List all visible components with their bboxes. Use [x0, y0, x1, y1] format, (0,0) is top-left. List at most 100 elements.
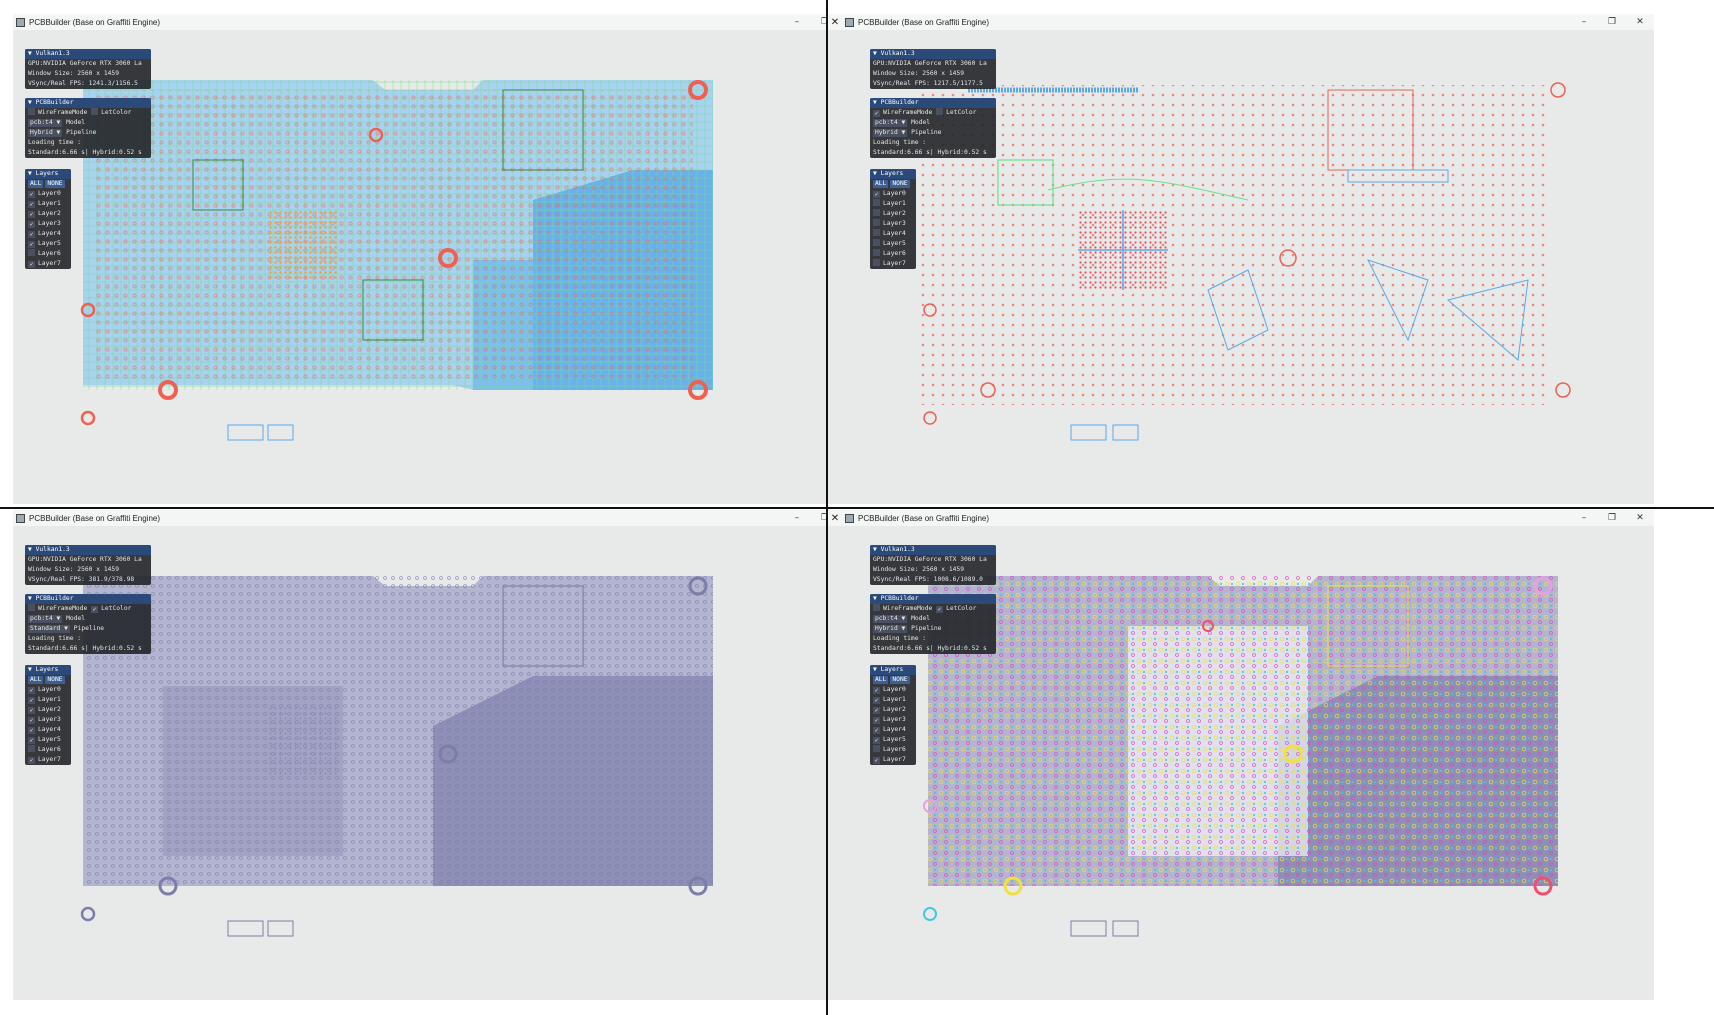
layer-checkbox[interactable]: ✓ — [28, 231, 35, 238]
fps-text: VSync/Real FPS: 1217.5/1177.5 — [873, 80, 983, 87]
model-select[interactable]: pcb:t4 ▼ — [28, 615, 63, 623]
model-select[interactable]: pcb:t4 ▼ — [873, 615, 908, 623]
layer-checkbox[interactable]: ✓ — [873, 717, 880, 724]
stats-header[interactable]: ▼ Vulkan1.3 — [870, 545, 996, 555]
letcolor-checkbox[interactable]: ✓ — [91, 606, 99, 613]
layers-header[interactable]: ▼ Layers — [25, 169, 71, 179]
stats-panel: ▼ Vulkan1.3 GPU:NVIDIA GeForce RTX 3060 … — [25, 49, 151, 89]
builder-panel: ▼ PCBBuilder WireFrameMode ✓ LetColor pcb… — [25, 594, 151, 654]
window-size-text: Window Size: 2560 x 1459 — [28, 70, 119, 77]
layers-header[interactable]: ▼ Layers — [870, 665, 916, 675]
layer-checkbox[interactable]: ✓ — [873, 697, 880, 704]
wireframe-checkbox[interactable] — [873, 604, 880, 611]
layer-checkbox[interactable]: ✓ — [28, 757, 35, 764]
all-button[interactable]: ALL — [28, 180, 44, 188]
letcolor-checkbox[interactable] — [91, 108, 99, 115]
minimize-icon[interactable]: – — [1570, 513, 1598, 523]
minimize-icon[interactable]: – — [1570, 17, 1598, 27]
layer-checkbox[interactable]: ✓ — [28, 717, 35, 724]
builder-header[interactable]: ▼ PCBBuilder — [870, 98, 996, 108]
wireframe-checkbox[interactable] — [28, 604, 35, 611]
layer-checkbox[interactable]: ✓ — [873, 191, 880, 198]
wireframe-checkbox[interactable] — [28, 108, 35, 115]
pcb-viewport[interactable]: ▼ Vulkan1.3 GPU:NVIDIA GeForce RTX 3060 … — [13, 526, 839, 1000]
all-button[interactable]: ALL — [873, 676, 889, 684]
builder-panel: ▼ PCBBuilder WireFrameMode ✓ LetColor pcb… — [870, 594, 996, 654]
gpu-text: GPU:NVIDIA GeForce RTX 3060 La — [28, 556, 142, 563]
layers-panel: ▼ Layers ALL NONE ✓ Layer0 Layer1 Layer2 L… — [870, 169, 916, 269]
none-button[interactable]: NONE — [45, 676, 65, 684]
stats-header[interactable]: ▼ Vulkan1.3 — [870, 49, 996, 59]
layers-header[interactable]: ▼ Layers — [25, 665, 71, 675]
layer-checkbox[interactable]: ✓ — [873, 737, 880, 744]
layer-checkbox[interactable] — [873, 229, 880, 236]
layer-checkbox[interactable]: ✓ — [873, 707, 880, 714]
minimize-icon[interactable]: – — [783, 513, 811, 523]
gpu-text: GPU:NVIDIA GeForce RTX 3060 La — [28, 60, 142, 67]
pipeline-select[interactable]: Standard ▼ — [28, 625, 70, 633]
wireframe-checkbox[interactable]: ✓ — [873, 110, 880, 117]
builder-header[interactable]: ▼ PCBBuilder — [25, 98, 151, 108]
layer-checkbox[interactable] — [873, 239, 880, 246]
minimize-icon[interactable]: – — [783, 17, 811, 27]
none-button[interactable]: NONE — [45, 180, 65, 188]
layer-checkbox[interactable] — [873, 209, 880, 216]
layer-checkbox[interactable] — [873, 219, 880, 226]
pipeline-select[interactable]: Hybrid ▼ — [873, 129, 908, 137]
layer-checkbox[interactable]: ✓ — [28, 261, 35, 268]
close-icon[interactable]: ✕ — [1626, 513, 1654, 523]
layer-checkbox[interactable]: ✓ — [873, 687, 880, 694]
loading-value: Standard:6.66 s| Hybrid:0.52 s — [28, 149, 142, 156]
none-button[interactable]: NONE — [890, 180, 910, 188]
layer-checkbox[interactable] — [873, 745, 880, 752]
all-button[interactable]: ALL — [873, 180, 889, 188]
model-select[interactable]: pcb:t4 ▼ — [873, 119, 908, 127]
model-select[interactable]: pcb:t4 ▼ — [28, 119, 63, 127]
layer-checkbox[interactable]: ✓ — [873, 757, 880, 764]
loading-label: Loading time : — [873, 635, 927, 642]
layer-checkbox[interactable] — [873, 259, 880, 266]
stats-header[interactable]: ▼ Vulkan1.3 — [25, 49, 151, 59]
pcb-viewport[interactable]: ▼ Vulkan1.3 GPU:NVIDIA GeForce RTX 3060 … — [828, 526, 1654, 1000]
layer-checkbox[interactable]: ✓ — [873, 727, 880, 734]
letcolor-checkbox[interactable] — [936, 108, 944, 115]
close-icon[interactable]: ✕ — [828, 17, 842, 28]
layer-checkbox[interactable]: ✓ — [28, 687, 35, 694]
window-size-text: Window Size: 2560 x 1459 — [873, 70, 964, 77]
layer-checkbox[interactable]: ✓ — [28, 697, 35, 704]
layers-header[interactable]: ▼ Layers — [870, 169, 916, 179]
layer-checkbox[interactable]: ✓ — [28, 191, 35, 198]
pipeline-select[interactable]: Hybrid ▼ — [28, 129, 63, 137]
loading-value: Standard:6.66 s| Hybrid:0.52 s — [873, 149, 987, 156]
restore-icon[interactable]: ❐ — [1598, 513, 1626, 523]
letcolor-checkbox[interactable]: ✓ — [936, 606, 944, 613]
pipeline-select[interactable]: Hybrid ▼ — [873, 625, 908, 633]
none-button[interactable]: NONE — [890, 676, 910, 684]
pcb-viewport[interactable]: ▼ Vulkan1.3 GPU:NVIDIA GeForce RTX 3060 … — [828, 30, 1654, 504]
close-icon[interactable]: ✕ — [1626, 17, 1654, 27]
builder-header[interactable]: ▼ PCBBuilder — [25, 594, 151, 604]
layer-checkbox[interactable] — [873, 199, 880, 206]
builder-header[interactable]: ▼ PCBBuilder — [870, 594, 996, 604]
layer-checkbox[interactable]: ✓ — [28, 737, 35, 744]
loading-label: Loading time : — [28, 139, 82, 146]
layer-checkbox[interactable]: ✓ — [28, 241, 35, 248]
layer-checkbox[interactable]: ✓ — [28, 707, 35, 714]
close-icon[interactable]: ✕ — [828, 513, 842, 524]
window-title: PCBBuilder (Base on Graffiti Engine) — [858, 17, 990, 27]
layer-checkbox[interactable]: ✓ — [28, 727, 35, 734]
layer-checkbox[interactable]: ✓ — [28, 221, 35, 228]
fps-text: VSync/Real FPS: 1008.6/1089.0 — [873, 576, 983, 583]
app-icon — [16, 17, 25, 27]
stats-header[interactable]: ▼ Vulkan1.3 — [25, 545, 151, 555]
layer-checkbox[interactable] — [28, 249, 35, 256]
all-button[interactable]: ALL — [28, 676, 44, 684]
pcb-viewport[interactable]: ▼ Vulkan1.3 GPU:NVIDIA GeForce RTX 3060 … — [13, 30, 839, 504]
layer-checkbox[interactable] — [873, 249, 880, 256]
restore-icon[interactable]: ❐ — [1598, 17, 1626, 27]
layer-checkbox[interactable]: ✓ — [28, 201, 35, 208]
window-bottom-right: ✕ PCBBuilder (Base on Graffiti Engine) –… — [828, 510, 1654, 1000]
title-bar: ✕ PCBBuilder (Base on Graffiti Engine) –… — [828, 14, 1654, 30]
layer-checkbox[interactable]: ✓ — [28, 211, 35, 218]
layer-checkbox[interactable] — [28, 745, 35, 752]
